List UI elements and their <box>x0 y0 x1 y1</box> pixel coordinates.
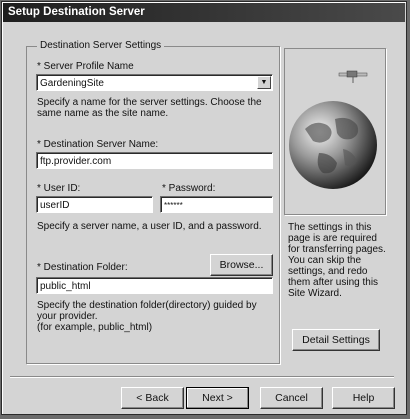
user-id-label: * User ID: <box>37 183 81 194</box>
server-name-label: * Destination Server Name: <box>37 139 159 150</box>
password-label: * Password: <box>162 183 216 194</box>
browse-button[interactable]: Browse... <box>210 254 273 276</box>
server-help: Specify a server name, a user ID, and a … <box>37 221 262 232</box>
window-title: Setup Destination Server <box>3 3 405 22</box>
server-name-input[interactable]: ftp.provider.com <box>36 152 273 169</box>
server-profile-help: Specify a name for the server settings. … <box>37 97 262 119</box>
browse-button-label: Browse... <box>219 259 264 271</box>
next-button-label: Next > <box>202 392 233 404</box>
footer-separator <box>10 376 394 378</box>
settings-info-text: The settings in this page is are require… <box>288 222 386 299</box>
destination-folder-help: Specify the destination folder(directory… <box>37 300 257 322</box>
chevron-down-icon[interactable]: ▼ <box>257 76 271 89</box>
globe-icon <box>289 70 377 189</box>
back-button[interactable]: < Back <box>121 387 184 409</box>
password-input[interactable]: ****** <box>160 196 273 213</box>
server-profile-label: * Server Profile Name <box>37 61 134 72</box>
globe-illustration-panel <box>284 48 386 215</box>
destination-folder-label: * Destination Folder: <box>37 262 128 273</box>
detail-settings-label: Detail Settings <box>302 334 370 346</box>
cancel-button[interactable]: Cancel <box>260 387 323 409</box>
cancel-button-label: Cancel <box>275 392 308 404</box>
destination-folder-input[interactable]: public_html <box>36 277 273 294</box>
back-button-label: < Back <box>136 392 169 404</box>
detail-settings-button[interactable]: Detail Settings <box>292 329 380 351</box>
help-button[interactable]: Help <box>332 387 395 409</box>
help-button-label: Help <box>352 392 375 404</box>
group-title: Destination Server Settings <box>37 40 165 51</box>
server-profile-select[interactable]: GardeningSite ▼ <box>36 74 273 91</box>
destination-folder-example: (for example, public_html) <box>37 322 153 333</box>
satellite-icon <box>338 70 368 83</box>
user-id-input[interactable]: userID <box>36 196 153 213</box>
next-button[interactable]: Next > <box>186 387 249 409</box>
server-profile-value: GardeningSite <box>40 78 104 89</box>
